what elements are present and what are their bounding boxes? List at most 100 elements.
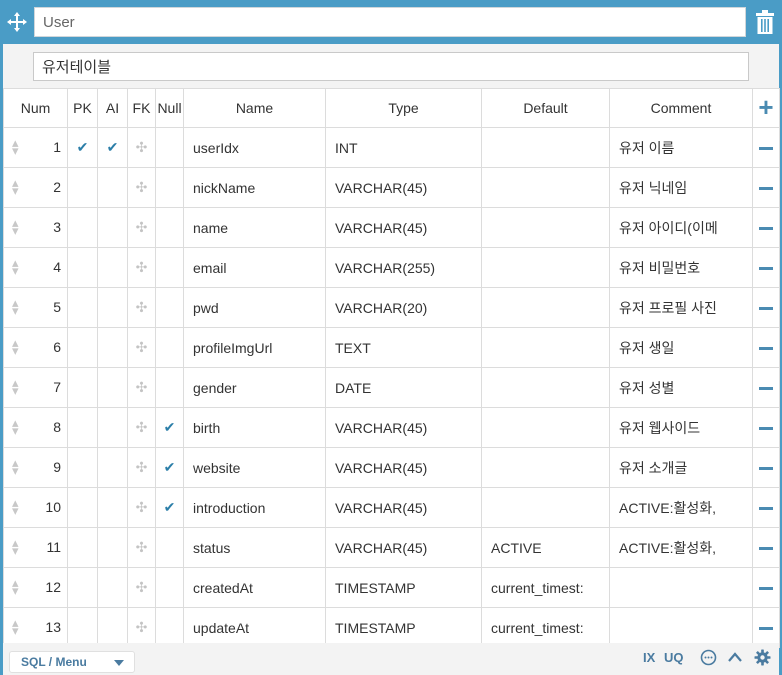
pk-checkbox[interactable] <box>67 607 98 648</box>
table-comment-input[interactable] <box>33 52 749 81</box>
ai-checkbox[interactable] <box>97 607 128 648</box>
column-name-cell[interactable]: name <box>183 207 326 248</box>
column-name-cell[interactable]: introduction <box>183 487 326 528</box>
ai-checkbox[interactable] <box>97 167 128 208</box>
column-comment-cell[interactable]: 유저 성별 <box>609 367 753 408</box>
pk-checkbox[interactable] <box>67 167 98 208</box>
ai-checkbox[interactable] <box>97 287 128 328</box>
remove-column-button[interactable] <box>752 447 780 488</box>
remove-column-button[interactable] <box>752 247 780 288</box>
pk-checkbox[interactable] <box>67 367 98 408</box>
column-default-cell[interactable] <box>481 447 610 488</box>
plus-icon[interactable]: + <box>758 92 773 122</box>
null-checkbox[interactable] <box>155 367 184 408</box>
column-name-cell[interactable]: profileImgUrl <box>183 327 326 368</box>
drag-handle-icon[interactable]: ▴ ▾ <box>12 576 19 597</box>
column-name-cell[interactable]: userIdx <box>183 127 326 168</box>
drag-handle-icon[interactable]: ▴ ▾ <box>12 336 19 357</box>
null-checkbox[interactable] <box>155 527 184 568</box>
remove-column-button[interactable] <box>752 487 780 528</box>
pk-checkbox[interactable] <box>67 407 98 448</box>
pk-checkbox[interactable] <box>67 447 98 488</box>
pk-checkbox[interactable] <box>67 327 98 368</box>
null-checkbox[interactable] <box>155 247 184 288</box>
pk-checkbox[interactable]: ✔ <box>67 127 98 168</box>
pk-checkbox[interactable] <box>67 487 98 528</box>
drag-handle-icon[interactable]: ▴ ▾ <box>12 536 19 557</box>
drag-handle-icon[interactable]: ▴ ▾ <box>12 176 19 197</box>
column-type-cell[interactable]: VARCHAR(45) <box>325 487 482 528</box>
column-comment-cell[interactable]: 유저 비밀번호 <box>609 247 753 288</box>
remove-column-button[interactable] <box>752 367 780 408</box>
column-type-cell[interactable]: TIMESTAMP <box>325 607 482 648</box>
null-checkbox[interactable] <box>155 327 184 368</box>
column-type-cell[interactable]: DATE <box>325 367 482 408</box>
remove-column-button[interactable] <box>752 287 780 328</box>
column-default-cell[interactable]: current_timest: <box>481 567 610 608</box>
column-type-cell[interactable]: VARCHAR(255) <box>325 247 482 288</box>
column-comment-cell[interactable] <box>609 567 753 608</box>
column-name-cell[interactable]: pwd <box>183 287 326 328</box>
null-checkbox[interactable] <box>155 127 184 168</box>
fk-cell[interactable]: ✣ <box>127 367 156 408</box>
column-name-cell[interactable]: email <box>183 247 326 288</box>
column-comment-cell[interactable] <box>609 607 753 648</box>
null-checkbox[interactable] <box>155 287 184 328</box>
fk-cell[interactable]: ✣ <box>127 287 156 328</box>
column-comment-cell[interactable]: 유저 이름 <box>609 127 753 168</box>
remove-column-button[interactable] <box>752 127 780 168</box>
fk-cell[interactable]: ✣ <box>127 207 156 248</box>
fk-cell[interactable]: ✣ <box>127 567 156 608</box>
column-comment-cell[interactable]: 유저 소개글 <box>609 447 753 488</box>
column-default-cell[interactable] <box>481 367 610 408</box>
fk-cell[interactable]: ✣ <box>127 527 156 568</box>
null-checkbox[interactable]: ✔ <box>155 447 184 488</box>
column-default-cell[interactable]: current_timest: <box>481 607 610 648</box>
column-name-cell[interactable]: gender <box>183 367 326 408</box>
fk-cell[interactable]: ✣ <box>127 407 156 448</box>
index-button[interactable]: IX <box>643 650 655 665</box>
column-comment-cell[interactable]: 유저 웹사이드 <box>609 407 753 448</box>
null-checkbox[interactable]: ✔ <box>155 487 184 528</box>
column-name-cell[interactable]: website <box>183 447 326 488</box>
column-type-cell[interactable]: TEXT <box>325 327 482 368</box>
pk-checkbox[interactable] <box>67 207 98 248</box>
trash-icon[interactable] <box>753 9 777 35</box>
ai-checkbox[interactable] <box>97 207 128 248</box>
sql-menu-button[interactable]: SQL / Menu <box>9 651 135 673</box>
column-comment-cell[interactable]: 유저 생일 <box>609 327 753 368</box>
null-checkbox[interactable] <box>155 607 184 648</box>
column-default-cell[interactable] <box>481 287 610 328</box>
remove-column-button[interactable] <box>752 567 780 608</box>
move-arrows-icon[interactable] <box>5 10 29 34</box>
pk-checkbox[interactable] <box>67 567 98 608</box>
column-default-cell[interactable]: ACTIVE <box>481 527 610 568</box>
null-checkbox[interactable] <box>155 567 184 608</box>
remove-column-button[interactable] <box>752 607 780 648</box>
drag-handle-icon[interactable]: ▴ ▾ <box>12 416 19 437</box>
column-name-cell[interactable]: updateAt <box>183 607 326 648</box>
remove-column-button[interactable] <box>752 327 780 368</box>
ai-checkbox[interactable] <box>97 247 128 288</box>
column-type-cell[interactable]: INT <box>325 127 482 168</box>
column-default-cell[interactable] <box>481 247 610 288</box>
remove-column-button[interactable] <box>752 167 780 208</box>
add-column-button[interactable]: + <box>752 88 780 128</box>
null-checkbox[interactable]: ✔ <box>155 407 184 448</box>
fk-cell[interactable]: ✣ <box>127 487 156 528</box>
pk-checkbox[interactable] <box>67 287 98 328</box>
remove-column-button[interactable] <box>752 207 780 248</box>
ai-checkbox[interactable] <box>97 367 128 408</box>
column-name-cell[interactable]: createdAt <box>183 567 326 608</box>
column-comment-cell[interactable]: ACTIVE:활성화, <box>609 527 753 568</box>
fk-cell[interactable]: ✣ <box>127 607 156 648</box>
ai-checkbox[interactable] <box>97 567 128 608</box>
column-type-cell[interactable]: VARCHAR(45) <box>325 167 482 208</box>
column-type-cell[interactable]: TIMESTAMP <box>325 567 482 608</box>
table-name-input[interactable] <box>34 7 746 37</box>
drag-handle-icon[interactable]: ▴ ▾ <box>12 496 19 517</box>
comment-bubble-icon[interactable] <box>700 649 717 669</box>
fk-cell[interactable]: ✣ <box>127 447 156 488</box>
null-checkbox[interactable] <box>155 167 184 208</box>
ai-checkbox[interactable] <box>97 487 128 528</box>
